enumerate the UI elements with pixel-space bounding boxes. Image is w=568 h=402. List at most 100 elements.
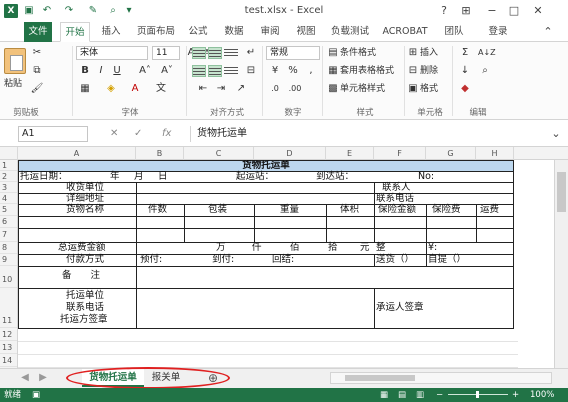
tab-team[interactable]: 团队 (440, 22, 468, 42)
row-header-11[interactable]: 11 (0, 288, 17, 328)
autosum-button[interactable]: Σ (458, 46, 472, 60)
expand-formula-icon[interactable]: ⌄ (548, 126, 564, 142)
bold-button[interactable]: B (78, 64, 92, 78)
normal-view-icon[interactable]: ▦ (380, 388, 388, 402)
fill-button[interactable]: ↓ (458, 64, 472, 78)
row-header-13[interactable]: 13 (0, 341, 17, 354)
format-painter-icon[interactable]: 🖌 (30, 82, 44, 96)
decrease-indent-icon[interactable]: ⇤ (196, 82, 210, 96)
row-header-9[interactable]: 9 (0, 254, 17, 266)
font-color-icon[interactable]: A (128, 82, 142, 96)
number-format-dropdown[interactable]: 常规 (266, 46, 320, 60)
minimize-button[interactable]: − (484, 3, 500, 19)
horizontal-scroll-thumb[interactable] (345, 375, 415, 381)
paste-icon[interactable] (4, 48, 26, 74)
row-header-2[interactable]: 2 (0, 171, 17, 182)
cell-area[interactable]: 货物托运单 托运日期： 年 月 日 起运站： 到达站： No: 收货单位 联系人… (18, 160, 518, 369)
column-header-e[interactable]: E (326, 147, 374, 160)
percent-button[interactable]: % (286, 64, 300, 78)
column-header-h[interactable]: H (476, 147, 514, 160)
help-button[interactable]: ? (436, 3, 452, 19)
cut-icon[interactable]: ✂ (30, 46, 44, 60)
sign-in-link[interactable]: 登录 (484, 22, 512, 42)
tab-review[interactable]: 审阅 (256, 22, 284, 42)
fill-color-icon[interactable]: ◈ (104, 82, 118, 96)
tab-file[interactable]: 文件 (24, 22, 52, 42)
font-name-dropdown[interactable]: 宋体 (76, 46, 148, 60)
paste-button[interactable]: 粘贴 (4, 78, 22, 91)
format-as-table-button[interactable]: 套用表格格式 (340, 65, 394, 78)
increase-decimal-icon[interactable]: .0 (268, 82, 282, 96)
column-header-a[interactable]: A (18, 147, 136, 160)
row-header-3[interactable]: 3 (0, 182, 17, 193)
tab-page-layout[interactable]: 页面布局 (134, 22, 178, 42)
align-top-icon[interactable] (192, 47, 206, 59)
italic-button[interactable]: I (94, 64, 108, 78)
phonetic-icon[interactable]: 文 (154, 82, 168, 96)
close-button[interactable]: ✕ (530, 3, 546, 19)
zoom-slider-thumb[interactable] (476, 391, 479, 398)
macro-record-icon[interactable]: ▣ (32, 388, 40, 402)
align-middle-icon[interactable] (208, 47, 222, 59)
page-break-view-icon[interactable]: ▥ (416, 388, 424, 402)
shrink-font-button[interactable]: A˅ (160, 64, 174, 78)
cancel-icon[interactable]: ✕ (110, 126, 118, 142)
column-header-f[interactable]: F (374, 147, 426, 160)
column-header-c[interactable]: C (184, 147, 254, 160)
enter-icon[interactable]: ✓ (134, 126, 142, 142)
currency-button[interactable]: ¥ (268, 64, 282, 78)
orientation-icon[interactable]: ↗ (234, 82, 248, 96)
tab-data[interactable]: 数据 (220, 22, 248, 42)
sort-filter-button[interactable]: A↓Z (478, 46, 496, 60)
increase-indent-icon[interactable]: ⇥ (214, 82, 228, 96)
zoom-in-icon[interactable]: + (512, 388, 519, 402)
column-header-b[interactable]: B (136, 147, 184, 160)
scroll-tabs-left-icon[interactable]: ◀ (18, 371, 32, 385)
delete-cells-button[interactable]: 删除 (420, 65, 438, 78)
tab-load-test[interactable]: 负载测试 (328, 22, 372, 42)
ribbon-collapse-icon[interactable]: ⌃ (540, 24, 556, 40)
cell-styles-button[interactable]: 单元格样式 (340, 83, 385, 96)
format-cells-button[interactable]: 格式 (420, 83, 438, 96)
align-right-icon[interactable] (224, 65, 238, 77)
worksheet[interactable]: A B C D E F G H 1 2 3 4 5 6 7 8 9 10 11 … (0, 146, 568, 369)
conditional-format-button[interactable]: 条件格式 (340, 47, 376, 60)
row-header-7[interactable]: 7 (0, 228, 17, 242)
row-header-5[interactable]: 5 (0, 204, 17, 216)
ribbon-display-icon[interactable]: ⊞ (458, 3, 474, 19)
decrease-decimal-icon[interactable]: .00 (288, 82, 302, 96)
zoom-out-icon[interactable]: − (436, 388, 443, 402)
row-header-14[interactable]: 14 (0, 354, 17, 367)
align-center-icon[interactable] (208, 65, 222, 77)
wrap-text-icon[interactable]: ↵ (244, 46, 258, 60)
row-header-4[interactable]: 4 (0, 193, 17, 204)
vertical-scroll-thumb[interactable] (557, 172, 566, 212)
align-left-icon[interactable] (192, 65, 206, 77)
zoom-slider[interactable] (448, 391, 508, 398)
underline-button[interactable]: U (110, 64, 124, 78)
row-header-8[interactable]: 8 (0, 242, 17, 254)
page-layout-view-icon[interactable]: ▤ (398, 388, 406, 402)
select-all-corner[interactable] (0, 147, 18, 160)
comma-button[interactable]: , (304, 64, 318, 78)
grow-font-button[interactable]: A˄ (138, 64, 152, 78)
tab-acrobat[interactable]: ACROBAT (380, 22, 430, 42)
align-bottom-icon[interactable] (224, 47, 238, 59)
tab-view[interactable]: 视图 (292, 22, 320, 42)
row-header-6[interactable]: 6 (0, 216, 17, 228)
scroll-tabs-right-icon[interactable]: ▶ (36, 371, 50, 385)
border-icon[interactable]: ▦ (78, 82, 92, 96)
vertical-scrollbar[interactable] (554, 160, 568, 369)
tab-formulas[interactable]: 公式 (184, 22, 212, 42)
zoom-level[interactable]: 100% (530, 388, 554, 402)
row-header-1[interactable]: 1 (0, 160, 17, 171)
horizontal-scrollbar[interactable] (330, 372, 552, 384)
clear-button[interactable]: ◆ (458, 82, 472, 96)
find-select-icon[interactable]: ⌕ (478, 64, 492, 78)
formula-input[interactable]: 货物托运单 (190, 126, 550, 142)
maximize-button[interactable]: □ (506, 3, 522, 19)
merge-center-icon[interactable]: ⊟ (244, 64, 258, 78)
name-box[interactable]: A1 (18, 126, 88, 142)
tab-home[interactable]: 开始 (60, 22, 90, 42)
tab-insert[interactable]: 插入 (96, 22, 126, 42)
